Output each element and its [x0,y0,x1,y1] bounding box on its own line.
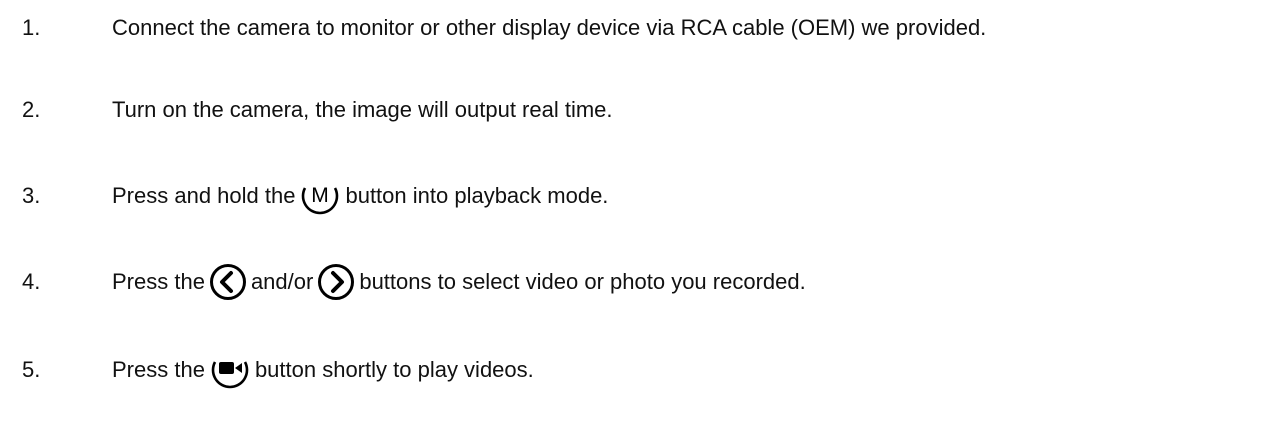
step-text: Press the button shortly to play videos. [112,350,534,390]
step-text-after: buttons to select video or photo you rec… [359,269,806,294]
step-text-middle: and/or [250,269,314,294]
mode-m-button-icon: M [299,176,341,216]
video-record-button-icon [209,350,251,390]
step-5: 5. Press the button shortly to play vide… [0,350,1279,390]
step-text-before: Press and hold the [112,183,296,208]
right-arrow-button-icon [317,263,355,301]
step-number: 3. [22,183,41,208]
step-number: 4. [22,269,41,294]
step-text-after: button shortly to play videos. [254,357,534,382]
step-text: Connect the camera to monitor or other d… [112,15,987,40]
step-number: 1. [22,15,41,40]
step-number: 2. [22,97,41,122]
step-text-before: Press the [112,269,205,294]
step-3: 3. Press and hold the M button into play… [0,176,1279,216]
step-text: Press and hold the M button into playbac… [112,176,608,216]
step-text-after: button into playback mode. [345,183,609,208]
step-number: 5. [22,357,41,382]
step-4: 4. Press the and/or buttons to select vi… [0,262,1279,302]
step-2: 2. Turn on the camera, the image will ou… [0,90,1279,130]
step-text-before: Press the [112,357,205,382]
left-arrow-button-icon [209,263,247,301]
step-text: Press the and/or buttons to select video… [112,262,806,302]
mode-button-letter: M [312,184,330,207]
step-1: 1. Connect the camera to monitor or othe… [0,8,1279,48]
step-text: Turn on the camera, the image will outpu… [112,97,613,122]
